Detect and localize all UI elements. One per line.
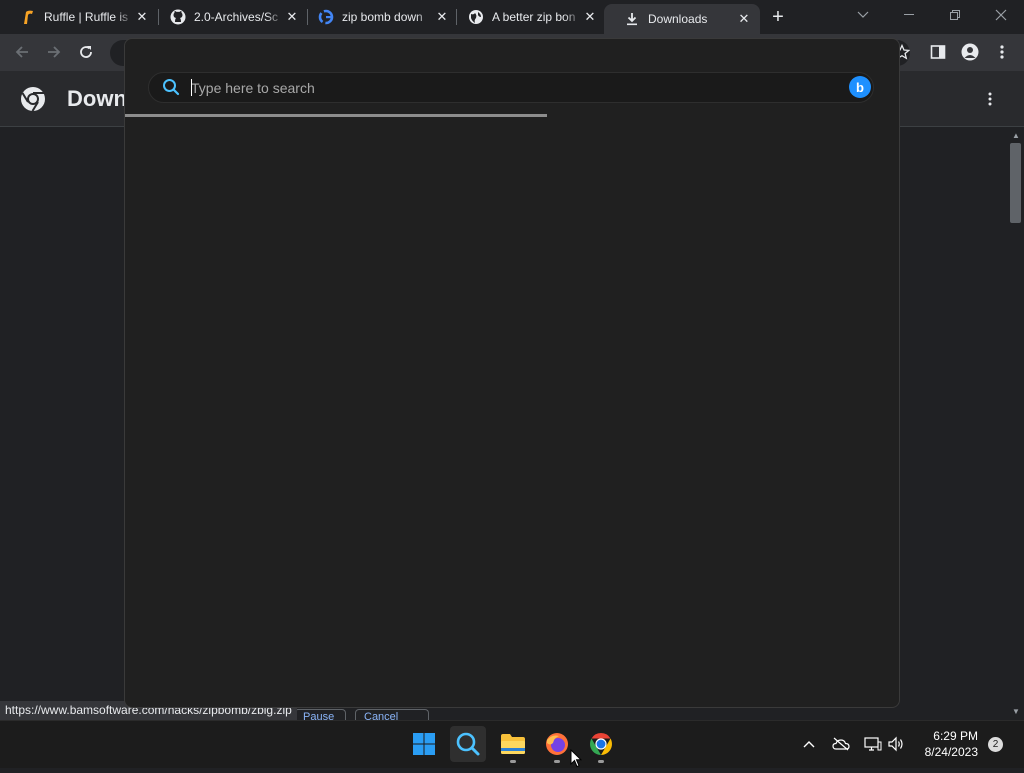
tab-title: A better zip bon	[492, 10, 576, 24]
bing-chat-icon[interactable]: b	[849, 76, 871, 98]
start-icon	[413, 733, 435, 755]
tab-title: Downloads	[648, 12, 708, 26]
github-icon	[170, 9, 186, 25]
close-icon[interactable]: ✕	[736, 11, 752, 27]
minimize-button[interactable]	[886, 0, 932, 30]
search-icon	[162, 78, 180, 96]
network-icon	[864, 737, 882, 751]
file-explorer-button[interactable]	[495, 726, 531, 762]
google-icon	[318, 9, 334, 25]
firefox-icon	[546, 733, 568, 755]
search-input[interactable]	[191, 78, 831, 98]
side-panel-button[interactable]	[926, 40, 950, 64]
chevron-up-icon	[803, 741, 815, 748]
tab-downloads[interactable]: Downloads ✕	[604, 4, 760, 34]
search-icon	[456, 732, 480, 756]
tab-github[interactable]: 2.0-Archives/Sc ✕	[150, 0, 308, 34]
kebab-menu-icon	[1000, 45, 1004, 59]
scroll-down-icon[interactable]: ▼	[1008, 705, 1024, 717]
chrome-icon	[590, 733, 612, 755]
tab-search-button[interactable]	[840, 0, 886, 30]
clock-time[interactable]: 6:29 PM	[918, 729, 978, 743]
search-progress-bar	[125, 114, 547, 117]
network-button[interactable]	[862, 734, 884, 754]
show-hidden-icons-button[interactable]	[798, 734, 820, 754]
text-caret	[191, 79, 192, 96]
reload-icon	[80, 46, 92, 58]
file-explorer-icon	[501, 734, 525, 754]
tab-zip-bomb-article[interactable]: A better zip bon ✕	[448, 0, 606, 34]
tab-title: zip bomb down	[342, 10, 423, 24]
kebab-menu-icon	[988, 92, 992, 106]
running-indicator	[510, 760, 516, 763]
running-indicator	[554, 760, 560, 763]
new-tab-button[interactable]: +	[766, 5, 790, 29]
side-panel-icon	[930, 45, 946, 59]
close-icon[interactable]: ✕	[134, 9, 150, 25]
avatar-icon	[961, 43, 979, 61]
globe-icon	[468, 9, 484, 25]
page-title: Down	[67, 86, 127, 111]
running-indicator	[598, 760, 604, 763]
arrow-left-icon	[15, 46, 28, 58]
restore-button[interactable]	[932, 0, 978, 30]
tab-google[interactable]: zip bomb down ✕	[298, 0, 458, 34]
forward-button[interactable]	[42, 40, 66, 64]
windows-search-flyout	[124, 38, 900, 708]
chrome-logo-icon	[20, 86, 46, 112]
scrollbar-thumb[interactable]	[1010, 143, 1021, 223]
onedrive-button[interactable]	[830, 734, 852, 754]
browser-menu-button[interactable]	[990, 40, 1014, 64]
scroll-up-icon[interactable]: ▲	[1008, 129, 1024, 141]
minimize-icon	[904, 14, 914, 15]
downloads-menu-button[interactable]	[980, 88, 1000, 110]
tab-title: Ruffle | Ruffle is	[44, 10, 129, 24]
close-icon	[995, 9, 1007, 21]
clock-date[interactable]: 8/24/2023	[904, 745, 978, 759]
onedrive-offline-icon	[832, 737, 850, 751]
mouse-cursor-icon	[570, 748, 583, 768]
close-window-button[interactable]	[978, 0, 1024, 30]
back-button[interactable]	[10, 40, 34, 64]
tab-ruffle[interactable]: Ruffle | Ruffle is ✕	[0, 0, 158, 34]
start-button[interactable]	[406, 726, 442, 762]
chrome-button[interactable]	[583, 726, 619, 762]
close-icon[interactable]: ✕	[582, 9, 598, 25]
restore-icon	[950, 10, 960, 20]
chevron-down-icon	[857, 11, 869, 18]
profile-button[interactable]	[958, 40, 982, 64]
ruffle-icon	[20, 9, 36, 25]
tab-title: 2.0-Archives/Sc	[194, 10, 279, 24]
notification-count-badge[interactable]: 2	[988, 737, 1003, 752]
speaker-icon	[888, 736, 903, 752]
arrow-right-icon	[48, 46, 61, 58]
taskbar-search-button[interactable]	[450, 726, 486, 762]
reload-button[interactable]	[74, 40, 98, 64]
download-icon	[624, 11, 640, 27]
